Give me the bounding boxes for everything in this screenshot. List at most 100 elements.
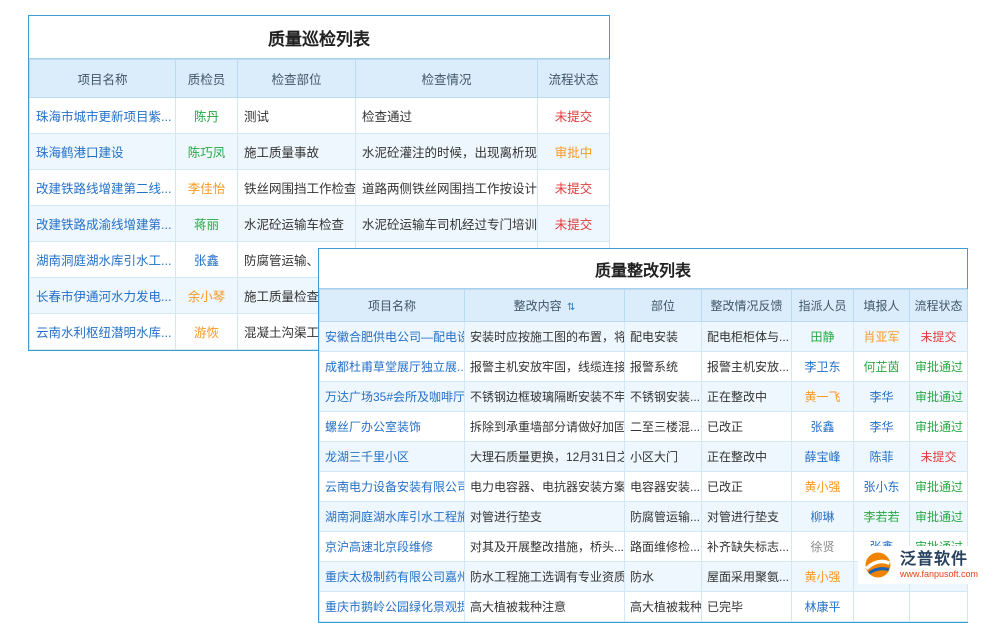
cell-check-situation: 检查通过 bbox=[356, 98, 538, 134]
col-rectify-content-label: 整改内容 bbox=[514, 299, 562, 313]
cell-filler: 何芷茵 bbox=[854, 352, 910, 382]
cell-part: 路面维修检... bbox=[625, 532, 702, 562]
cell-check-situation: 水泥砼运输车司机经过专门培训... bbox=[356, 206, 538, 242]
cell-part: 防水 bbox=[625, 562, 702, 592]
cell-check-part: 施工质量事故 bbox=[238, 134, 356, 170]
cell-project-name[interactable]: 京沪高速北京段维修 bbox=[320, 532, 465, 562]
cell-flow-status: 未提交 bbox=[538, 206, 610, 242]
cell-project-name[interactable]: 成都杜甫草堂展厅独立展... bbox=[320, 352, 465, 382]
cell-part: 报警系统 bbox=[625, 352, 702, 382]
cell-inspector: 李佳怡 bbox=[176, 170, 238, 206]
col-feedback: 整改情况反馈 bbox=[702, 290, 792, 322]
cell-check-situation: 道路两侧铁丝网围挡工作按设计... bbox=[356, 170, 538, 206]
cell-inspector: 游恢 bbox=[176, 314, 238, 350]
cell-project-name[interactable]: 湖南洞庭湖水库引水工程施工... bbox=[320, 502, 465, 532]
cell-rectify-content: 对管进行垫支 bbox=[465, 502, 625, 532]
cell-project-name[interactable]: 安徽合肥供电公司—配电设备... bbox=[320, 322, 465, 352]
col-assignee: 指派人员 bbox=[792, 290, 854, 322]
cell-project-name[interactable]: 万达广场35#会所及咖啡厅空... bbox=[320, 382, 465, 412]
cell-project-name[interactable]: 珠海市城市更新项目紫... bbox=[30, 98, 176, 134]
cell-part: 防腐管运输... bbox=[625, 502, 702, 532]
cell-inspector: 陈巧凤 bbox=[176, 134, 238, 170]
cell-part: 电容器安装... bbox=[625, 472, 702, 502]
cell-flow-status bbox=[910, 592, 968, 622]
col-check-part: 检查部位 bbox=[238, 60, 356, 98]
cell-assignee: 黄小强 bbox=[792, 472, 854, 502]
cell-assignee: 柳琳 bbox=[792, 502, 854, 532]
cell-rectify-content: 电力电容器、电抗器安装方案,... bbox=[465, 472, 625, 502]
cell-inspector: 陈丹 bbox=[176, 98, 238, 134]
cell-inspector: 张鑫 bbox=[176, 242, 238, 278]
cell-inspector: 蒋丽 bbox=[176, 206, 238, 242]
cell-rectify-content: 安装时应按施工图的布置，将... bbox=[465, 322, 625, 352]
cell-filler: 肖亚军 bbox=[854, 322, 910, 352]
cell-flow-status: 审批通过 bbox=[910, 352, 968, 382]
table-row[interactable]: 重庆市鹅岭公园绿化景观提升...高大植被栽种注意高大植被栽种已完毕林康平 bbox=[320, 592, 968, 622]
cell-rectify-content: 对其及开展整改措施，桥头... bbox=[465, 532, 625, 562]
cell-flow-status: 审批通过 bbox=[910, 412, 968, 442]
brand-name: 泛普软件 bbox=[900, 551, 978, 569]
cell-project-name[interactable]: 重庆市鹅岭公园绿化景观提升... bbox=[320, 592, 465, 622]
cell-rectify-content: 拆除到承重墙部分请做好加固... bbox=[465, 412, 625, 442]
table-row[interactable]: 珠海鹤港口建设陈巧凤施工质量事故水泥砼灌注的时候，出现离析现象审批中 bbox=[30, 134, 610, 170]
table-row[interactable]: 安徽合肥供电公司—配电设备...安装时应按施工图的布置，将...配电安装配电柜柜… bbox=[320, 322, 968, 352]
cell-feedback: 已完毕 bbox=[702, 592, 792, 622]
cell-part: 配电安装 bbox=[625, 322, 702, 352]
cell-project-name[interactable]: 云南电力设备安装有限公司20... bbox=[320, 472, 465, 502]
cell-project-name[interactable]: 螺丝厂办公室装饰 bbox=[320, 412, 465, 442]
table-row[interactable]: 万达广场35#会所及咖啡厅空...不锈钢边框玻璃隔断安装不牢...不锈钢安装..… bbox=[320, 382, 968, 412]
cell-project-name[interactable]: 云南水利枢纽潜明水库... bbox=[30, 314, 176, 350]
cell-check-situation: 水泥砼灌注的时候，出现离析现象 bbox=[356, 134, 538, 170]
cell-feedback: 对管进行垫支 bbox=[702, 502, 792, 532]
table-row[interactable]: 螺丝厂办公室装饰拆除到承重墙部分请做好加固...二至三楼混...已改正张鑫李华审… bbox=[320, 412, 968, 442]
cell-filler: 李若若 bbox=[854, 502, 910, 532]
cell-project-name[interactable]: 长春市伊通河水力发电... bbox=[30, 278, 176, 314]
cell-feedback: 补齐缺失标志... bbox=[702, 532, 792, 562]
fanpu-logo-icon bbox=[862, 549, 894, 581]
col-inspector: 质检员 bbox=[176, 60, 238, 98]
table-row[interactable]: 成都杜甫草堂展厅独立展...报警主机安放牢固，线缆连接...报警系统报警主机安放… bbox=[320, 352, 968, 382]
cell-project-name[interactable]: 湖南洞庭湖水库引水工... bbox=[30, 242, 176, 278]
cell-inspector: 余小琴 bbox=[176, 278, 238, 314]
header-row: 项目名称 质检员 检查部位 检查情况 流程状态 bbox=[30, 60, 610, 98]
fanpu-logo: 泛普软件 www.fanpusoft.com bbox=[858, 546, 986, 584]
col-rectify-content[interactable]: 整改内容 ⇅ bbox=[465, 290, 625, 322]
cell-rectify-content: 防水工程施工选调有专业资质... bbox=[465, 562, 625, 592]
cell-assignee: 薛宝峰 bbox=[792, 442, 854, 472]
table-row[interactable]: 龙湖三千里小区大理石质量更换，12月31日之...小区大门正在整改中薛宝峰陈菲未… bbox=[320, 442, 968, 472]
patrol-table-header: 项目名称 质检员 检查部位 检查情况 流程状态 bbox=[30, 60, 610, 98]
cell-assignee: 田静 bbox=[792, 322, 854, 352]
table-row[interactable]: 珠海市城市更新项目紫...陈丹测试检查通过未提交 bbox=[30, 98, 610, 134]
col-project-name: 项目名称 bbox=[320, 290, 465, 322]
col-filler: 填报人 bbox=[854, 290, 910, 322]
table-row[interactable]: 改建铁路线增建第二线...李佳怡铁丝网围挡工作检查道路两侧铁丝网围挡工作按设计.… bbox=[30, 170, 610, 206]
cell-assignee: 黄小强 bbox=[792, 562, 854, 592]
cell-feedback: 已改正 bbox=[702, 412, 792, 442]
table-row[interactable]: 云南电力设备安装有限公司20...电力电容器、电抗器安装方案,...电容器安装.… bbox=[320, 472, 968, 502]
cell-part: 二至三楼混... bbox=[625, 412, 702, 442]
cell-project-name[interactable]: 改建铁路线增建第二线... bbox=[30, 170, 176, 206]
cell-filler: 李华 bbox=[854, 382, 910, 412]
cell-flow-status: 未提交 bbox=[910, 442, 968, 472]
cell-filler bbox=[854, 592, 910, 622]
cell-project-name[interactable]: 重庆太极制药有限公司嘉州中... bbox=[320, 562, 465, 592]
table-row[interactable]: 湖南洞庭湖水库引水工程施工...对管进行垫支防腐管运输...对管进行垫支柳琳李若… bbox=[320, 502, 968, 532]
cell-rectify-content: 报警主机安放牢固，线缆连接... bbox=[465, 352, 625, 382]
cell-filler: 陈菲 bbox=[854, 442, 910, 472]
cell-flow-status: 未提交 bbox=[538, 170, 610, 206]
cell-flow-status: 审批通过 bbox=[910, 382, 968, 412]
patrol-table-title: 质量巡检列表 bbox=[29, 16, 609, 59]
sort-icon[interactable]: ⇅ bbox=[567, 302, 575, 313]
cell-project-name[interactable]: 珠海鹤港口建设 bbox=[30, 134, 176, 170]
cell-project-name[interactable]: 龙湖三千里小区 bbox=[320, 442, 465, 472]
cell-flow-status: 审批通过 bbox=[910, 502, 968, 532]
cell-assignee: 徐贤 bbox=[792, 532, 854, 562]
cell-assignee: 张鑫 bbox=[792, 412, 854, 442]
table-row[interactable]: 改建铁路成渝线增建第...蒋丽水泥砼运输车检查水泥砼运输车司机经过专门培训...… bbox=[30, 206, 610, 242]
cell-filler: 李华 bbox=[854, 412, 910, 442]
cell-assignee: 黄一飞 bbox=[792, 382, 854, 412]
cell-part: 高大植被栽种 bbox=[625, 592, 702, 622]
cell-flow-status: 未提交 bbox=[910, 322, 968, 352]
cell-flow-status: 审批中 bbox=[538, 134, 610, 170]
cell-project-name[interactable]: 改建铁路成渝线增建第... bbox=[30, 206, 176, 242]
